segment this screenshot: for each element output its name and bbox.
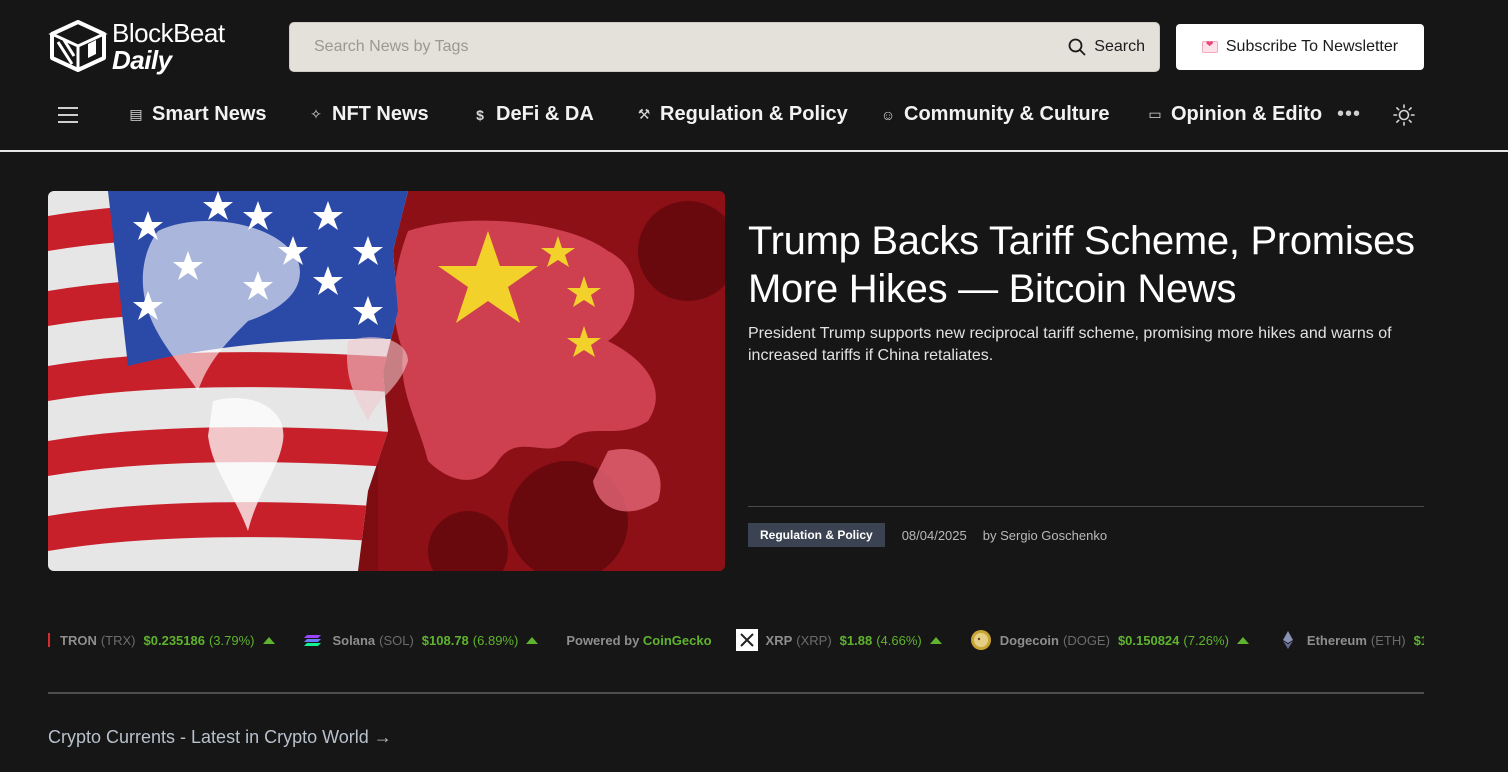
theme-toggle-sun-icon[interactable] [1393, 104, 1415, 126]
dollar-icon: $ [476, 106, 484, 123]
nav-item-defi[interactable]: $ DeFi & DA [472, 103, 594, 126]
section-divider [48, 692, 1424, 694]
sparkle-icon: ✧ [310, 106, 322, 122]
nav-item-label: NFT News [332, 103, 429, 125]
price-ticker: TRON (TRX) $0.235186 (3.79%) Solana (SOL… [48, 618, 1424, 662]
nav-item-label: DeFi & DA [496, 103, 594, 125]
site-logo[interactable]: BlockBeat Daily [48, 16, 248, 76]
powered-by-coingecko[interactable]: Powered by CoinGecko [566, 633, 711, 648]
logo-cube-icon [48, 20, 108, 72]
subscribe-label: Subscribe To Newsletter [1225, 38, 1399, 55]
ticker-item-xrp[interactable]: XRP (XRP) $1.88 (4.66%) [735, 629, 942, 651]
logo-wordmark: BlockBeat [112, 17, 225, 48]
search-button-label: Search [1094, 38, 1145, 55]
xrp-icon [735, 629, 758, 651]
menu-icon[interactable] [58, 107, 78, 123]
nav-item-community[interactable]: ☺ Community & Culture [880, 103, 1110, 126]
search-icon [1068, 38, 1086, 56]
search-button[interactable]: Search [1068, 35, 1145, 59]
crypto-currents-link[interactable]: Crypto Currents - Latest in Crypto World… [48, 727, 392, 748]
nav-item-label: Opinion & Edito [1171, 103, 1323, 125]
up-arrow-icon [1236, 636, 1249, 644]
hero-headline[interactable]: Trump Backs Tariff Scheme, Promises More… [748, 217, 1438, 313]
main-nav: ▤ Smart News ✧ NFT News $ DeFi & DA ⚒ Re… [0, 95, 1508, 135]
article-meta: Regulation & Policy 08/04/2025 by Sergio… [748, 523, 1107, 547]
hero-image[interactable] [48, 191, 725, 571]
nav-item-label: Regulation & Policy [660, 103, 848, 125]
nav-item-nft-news[interactable]: ✧ NFT News [308, 103, 429, 126]
site-header: BlockBeat Daily Search Subscribe To News… [0, 0, 1508, 152]
search-input[interactable] [290, 23, 1050, 71]
ticker-item-ethereum[interactable]: Ethereum (ETH) $1,568. [1277, 629, 1424, 651]
ticker-item-dogecoin[interactable]: Dogecoin (DOGE) $0.150824 (7.26%) [970, 629, 1249, 651]
ticker-item-solana[interactable]: Solana (SOL) $108.78 (6.89%) [303, 629, 539, 651]
tron-icon [48, 633, 50, 647]
article-date: 08/04/2025 [901, 527, 967, 543]
hero-divider [748, 506, 1424, 507]
message-icon: ▭ [1148, 106, 1162, 122]
nav-item-label: Community & Culture [904, 103, 1110, 125]
up-arrow-icon [526, 636, 539, 644]
category-badge[interactable]: Regulation & Policy [748, 523, 885, 547]
gavel-icon: ⚒ [637, 106, 651, 122]
up-arrow-icon [929, 636, 942, 644]
newspaper-icon: ▤ [129, 106, 143, 122]
subscribe-button[interactable]: Subscribe To Newsletter [1176, 24, 1424, 70]
nav-item-label: Smart News [152, 103, 267, 125]
nav-item-opinion[interactable]: ▭ Opinion & Edito [1147, 103, 1322, 126]
logo-subwordmark: Daily [112, 44, 172, 75]
love-letter-icon [1201, 39, 1218, 53]
hero-summary: President Trump supports new reciprocal … [748, 325, 1392, 364]
nav-item-regulation[interactable]: ⚒ Regulation & Policy [636, 103, 848, 126]
up-arrow-icon [262, 636, 275, 644]
users-icon: ☺ [880, 106, 896, 123]
ticker-item-tron[interactable]: TRON (TRX) $0.235186 (3.79%) [48, 633, 275, 648]
solana-icon [303, 635, 321, 646]
dogecoin-icon [970, 630, 991, 650]
ethereum-icon [1282, 631, 1293, 649]
more-menu-icon[interactable]: ••• [1337, 103, 1361, 126]
nav-item-smart-news[interactable]: ▤ Smart News [128, 103, 267, 126]
article-author: by Sergio Goschenko [982, 527, 1108, 543]
search-bar: Search [289, 22, 1160, 72]
